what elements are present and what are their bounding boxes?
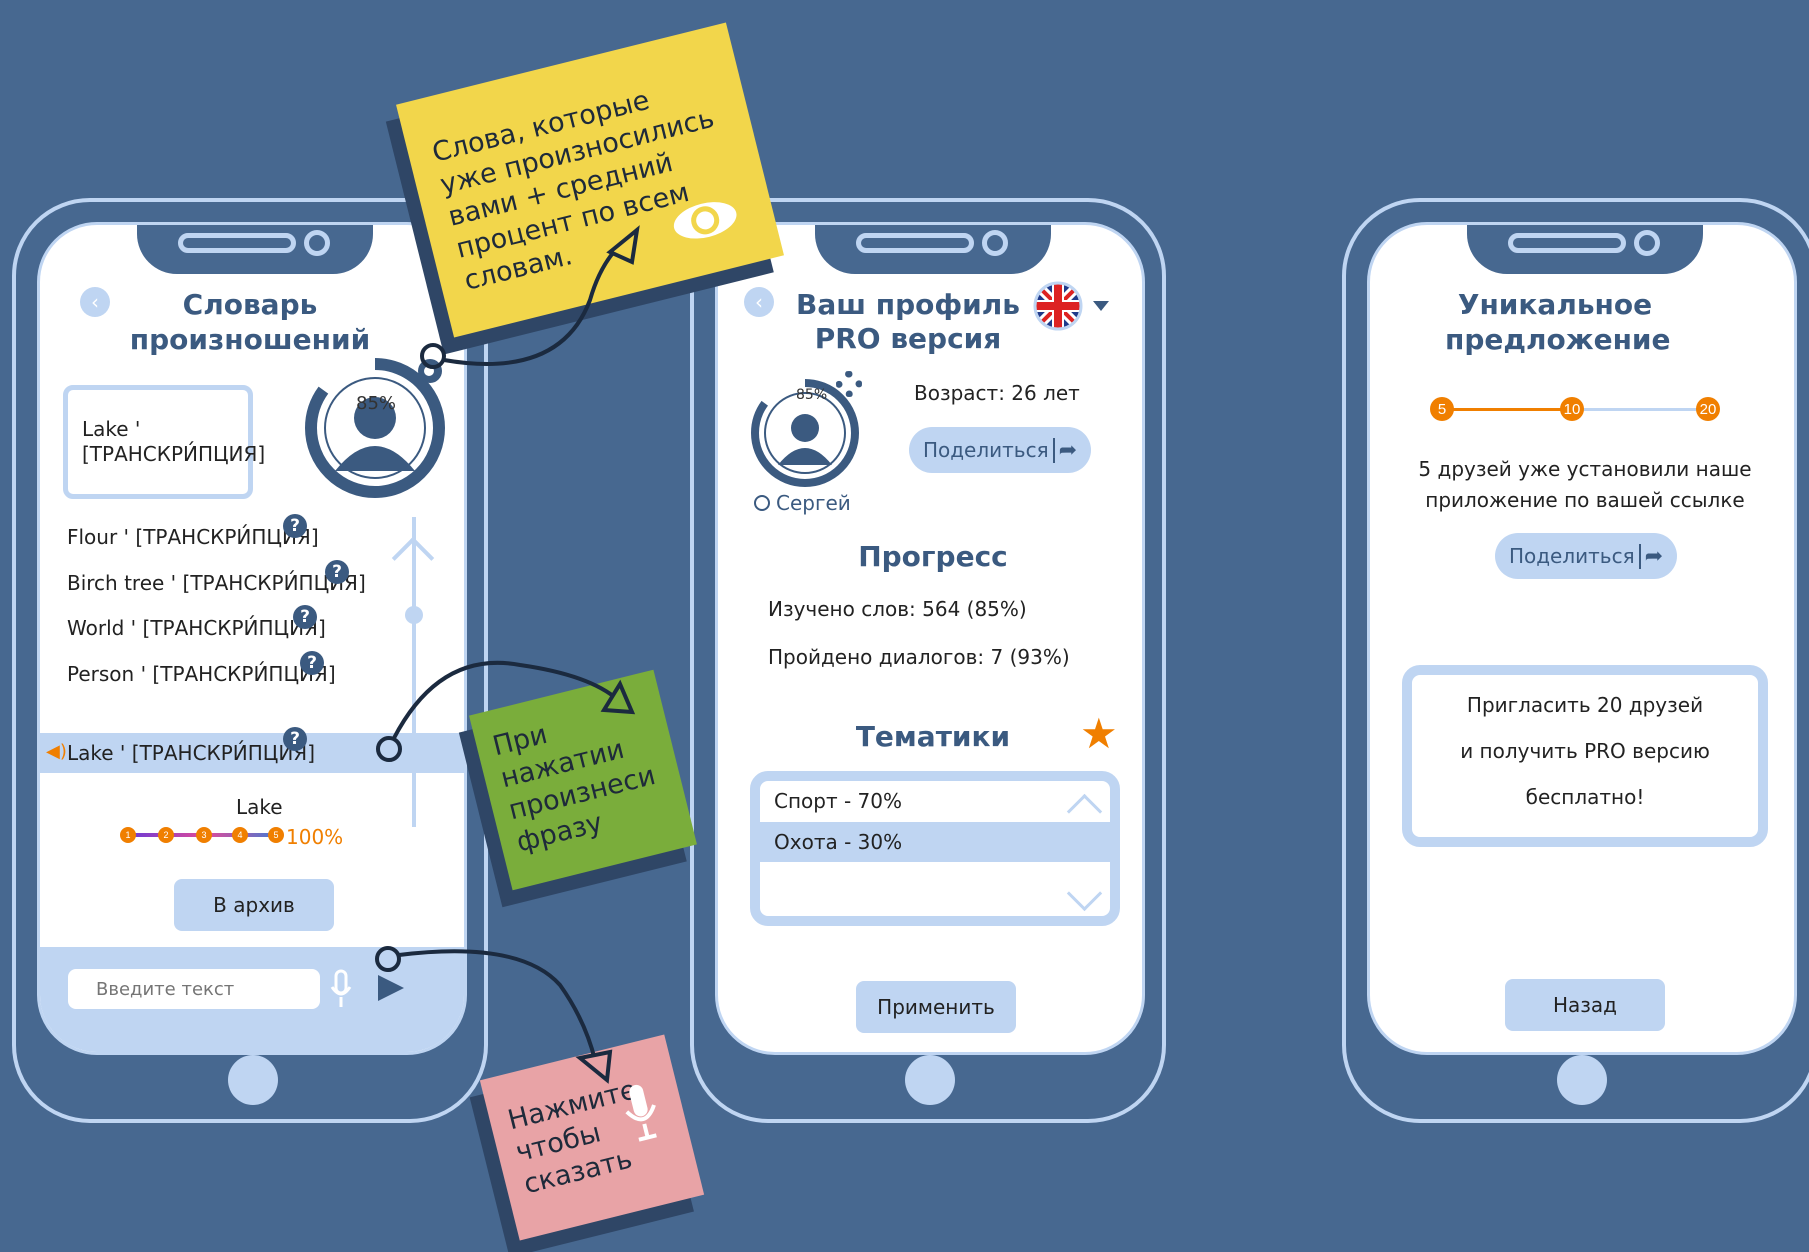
connector-arrows [375,225,640,1084]
